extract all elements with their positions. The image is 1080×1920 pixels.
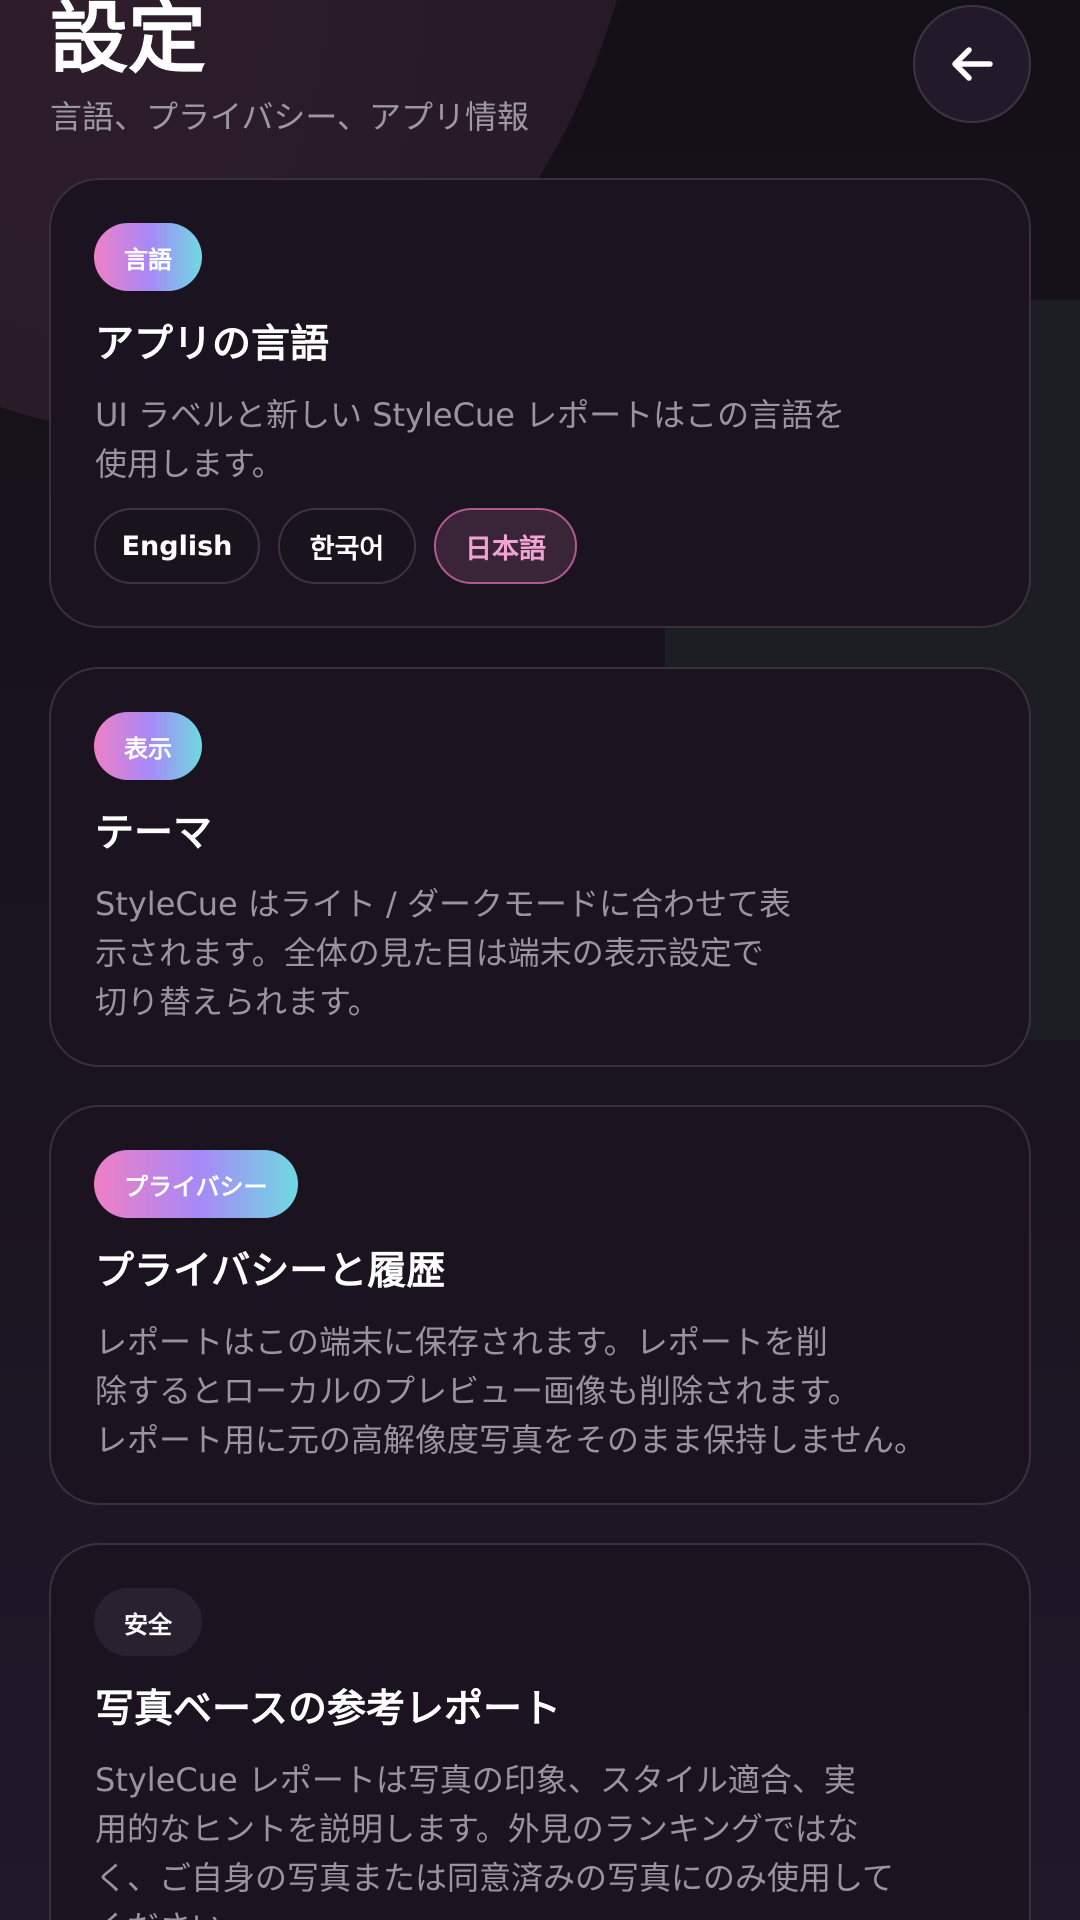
- description-line: 示されます。全体の見た目は端末の表示設定で: [95, 934, 764, 972]
- language-card: 言語 アプリの言語 UI ラベルと新しい StyleCue レポートはこの言語を…: [49, 178, 1031, 628]
- card-title: テーマ: [95, 811, 213, 856]
- language-badge: 言語: [94, 223, 202, 291]
- description-line: 切り替えられます。: [95, 983, 380, 1021]
- description-line: StyleCue はライト / ダークモードに合わせて表: [95, 885, 791, 923]
- back-button[interactable]: [913, 5, 1031, 123]
- page-subtitle: 言語、プライバシー、アプリ情報: [50, 98, 530, 136]
- card-title: プライバシーと履歴: [95, 1249, 446, 1294]
- card-description: レポートはこの端末に保存されます。レポートを削 除するとローカルのプレビュー画像…: [95, 1318, 995, 1465]
- privacy-card: プライバシー プライバシーと履歴 レポートはこの端末に保存されます。レポートを削…: [49, 1105, 1031, 1505]
- card-description: StyleCue はライト / ダークモードに合わせて表 示されます。全体の見た…: [95, 880, 995, 1027]
- description-line: 用的なヒントを説明します。外見のランキングではな: [95, 1810, 859, 1848]
- language-options: English 한국어 日本語: [94, 508, 577, 584]
- language-option-english[interactable]: English: [94, 508, 260, 584]
- privacy-badge: プライバシー: [94, 1150, 298, 1218]
- description-line: レポートはこの端末に保存されます。レポートを削: [95, 1323, 828, 1361]
- page-title: 設定: [50, 0, 207, 84]
- description-line: 使用します。: [95, 445, 284, 483]
- description-line: UI ラベルと新しい StyleCue レポートはこの言語を: [95, 396, 846, 434]
- display-card: 表示 テーマ StyleCue はライト / ダークモードに合わせて表 示されま…: [49, 667, 1031, 1067]
- card-title: 写真ベースの参考レポート: [95, 1687, 562, 1732]
- description-line: レポート用に元の高解像度写真をそのまま保持しません。: [95, 1421, 927, 1459]
- card-description: StyleCue レポートは写真の印象、スタイル適合、実 用的なヒントを説明しま…: [95, 1756, 995, 1920]
- safety-card: 安全 写真ベースの参考レポート StyleCue レポートは写真の印象、スタイル…: [49, 1543, 1031, 1920]
- safety-badge: 安全: [94, 1588, 202, 1656]
- description-line: 除するとローカルのプレビュー画像も削除されます。: [95, 1372, 860, 1410]
- settings-screen: 設定 言語、プライバシー、アプリ情報 言語 アプリの言語 UI ラベルと新しい …: [0, 0, 1080, 1920]
- language-option-japanese[interactable]: 日本語: [434, 508, 577, 584]
- card-title: アプリの言語: [95, 322, 330, 367]
- description-line: く、ご自身の写真または同意済みの写真にのみ使用して: [95, 1859, 895, 1897]
- display-badge: 表示: [94, 712, 202, 780]
- card-description: UI ラベルと新しい StyleCue レポートはこの言語を 使用します。: [95, 391, 995, 489]
- arrow-left-icon: [952, 47, 993, 81]
- language-option-korean[interactable]: 한국어: [278, 508, 416, 584]
- description-line: ください。: [95, 1903, 995, 1920]
- description-line: StyleCue レポートは写真の印象、スタイル適合、実: [95, 1761, 856, 1799]
